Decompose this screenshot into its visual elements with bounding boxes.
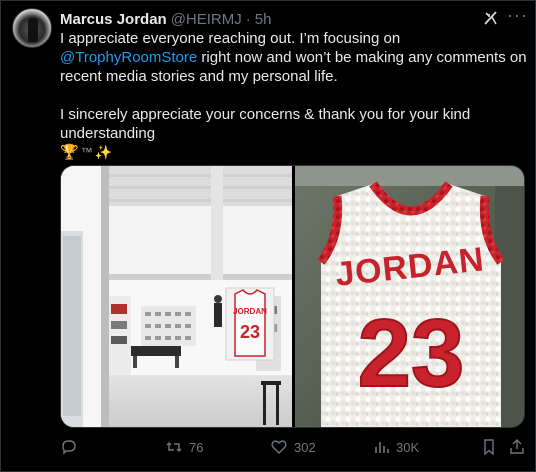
- share-icon: [510, 439, 524, 454]
- jersey-number: 23: [358, 300, 465, 407]
- views-count: 30K: [396, 439, 420, 455]
- separator-dot: ·: [245, 10, 251, 28]
- tweet-header: Marcus Jordan @HEIRMJ · 5h: [60, 9, 271, 29]
- trophy-icon: 🏆: [60, 144, 79, 161]
- flower-jersey-illustration: JORDAN 23: [295, 166, 524, 427]
- store-interior-illustration: JORDAN 23: [61, 166, 292, 427]
- sparkles-icon: ✨: [94, 144, 113, 160]
- timestamp[interactable]: 5h: [255, 11, 272, 28]
- reply-icon: [62, 440, 76, 455]
- emoji-row: 🏆 ™ ✨: [60, 143, 528, 162]
- media-image-store[interactable]: JORDAN 23: [61, 166, 292, 427]
- bookmark-icon: [484, 439, 494, 456]
- store-jersey-number: 23: [240, 322, 260, 342]
- store-jersey-name: JORDAN: [233, 307, 267, 316]
- tweet-text-para2: I sincerely appreciate your concerns & t…: [60, 106, 471, 142]
- bookmark-button[interactable]: [480, 438, 498, 456]
- tweet-text-part1: I appreciate everyone reaching out. I’m …: [60, 30, 401, 47]
- reply-button[interactable]: [60, 438, 84, 456]
- trademark-icon: ™: [80, 145, 93, 159]
- retweet-button[interactable]: 76: [165, 438, 203, 456]
- more-icon[interactable]: ···: [507, 6, 527, 27]
- like-button[interactable]: 302: [270, 438, 316, 456]
- author-handle[interactable]: @HEIRMJ: [171, 11, 242, 28]
- media-image-jersey[interactable]: JORDAN 23: [295, 166, 524, 427]
- avatar[interactable]: [12, 8, 52, 48]
- author-name[interactable]: Marcus Jordan: [60, 11, 167, 28]
- grok-icon[interactable]: [482, 9, 500, 27]
- media-grid: JORDAN 23 JORDAN 23: [60, 165, 525, 428]
- views-icon: [375, 442, 389, 453]
- mention-link[interactable]: @TrophyRoomStore: [60, 49, 197, 66]
- tweet-text: I appreciate everyone reaching out. I’m …: [60, 29, 528, 162]
- retweet-icon: [166, 442, 182, 452]
- share-button[interactable]: [508, 438, 526, 456]
- like-count: 302: [294, 439, 316, 455]
- like-icon: [271, 440, 287, 454]
- retweet-count: 76: [189, 439, 204, 455]
- views-button[interactable]: 30K: [372, 438, 419, 456]
